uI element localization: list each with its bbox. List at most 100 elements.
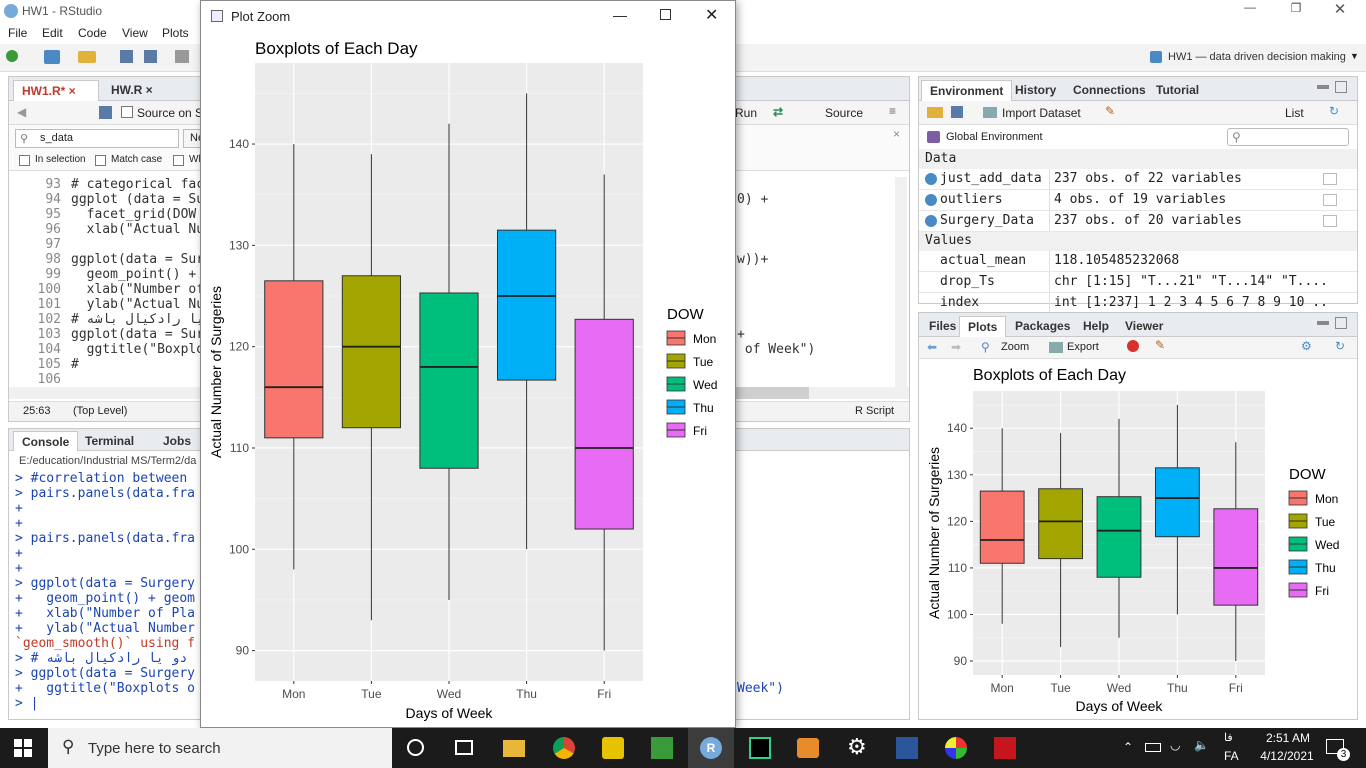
tab-viewer[interactable]: Viewer bbox=[1117, 316, 1171, 337]
search-input[interactable]: ⚲ s_data bbox=[15, 129, 179, 148]
media-player-icon[interactable] bbox=[602, 737, 624, 759]
in-selection-checkbox[interactable] bbox=[19, 155, 30, 166]
expand-icon[interactable] bbox=[925, 173, 937, 185]
paint-icon[interactable] bbox=[945, 737, 967, 759]
volume-icon[interactable]: 🔈 bbox=[1194, 738, 1209, 752]
env-row[interactable]: just_add_data 237 obs. of 22 variables bbox=[919, 169, 1357, 190]
refresh-icon[interactable]: ↻ bbox=[1329, 104, 1339, 118]
load-workspace-icon[interactable] bbox=[927, 107, 943, 118]
windows-start-icon[interactable] bbox=[14, 739, 32, 757]
close-button[interactable]: ✕ bbox=[705, 5, 718, 25]
print-icon[interactable] bbox=[175, 50, 189, 63]
remove-plot-icon[interactable] bbox=[1127, 340, 1139, 352]
publish-icon[interactable]: ⚙ bbox=[1301, 339, 1312, 353]
save-icon[interactable] bbox=[120, 50, 133, 63]
menu-code[interactable]: Code bbox=[78, 26, 107, 40]
chart-app-icon[interactable] bbox=[651, 737, 673, 759]
table-icon[interactable] bbox=[1323, 173, 1337, 185]
tab-plots[interactable]: Plots bbox=[959, 316, 1007, 337]
tab-files[interactable]: Files bbox=[921, 316, 964, 337]
battery-icon[interactable] bbox=[1145, 743, 1161, 752]
expand-icon[interactable] bbox=[925, 194, 937, 206]
restore-button[interactable]: ❐ bbox=[1286, 1, 1306, 15]
broom-icon[interactable]: ✎ bbox=[1155, 338, 1165, 352]
menu-view[interactable]: View bbox=[122, 26, 148, 40]
arrow-right-icon[interactable]: ➡ bbox=[951, 340, 961, 354]
editor-scrollbar[interactable] bbox=[895, 177, 907, 389]
import-dataset-button[interactable]: Import Dataset bbox=[1002, 106, 1081, 120]
source-on-save-checkbox[interactable] bbox=[121, 106, 133, 118]
new-project-icon[interactable] bbox=[44, 50, 60, 64]
table-icon[interactable] bbox=[1323, 215, 1337, 227]
tab-tutorial[interactable]: Tutorial bbox=[1148, 80, 1207, 101]
arrow-left-icon[interactable]: ⬅ bbox=[927, 340, 937, 354]
clock-time[interactable]: 2:51 AM bbox=[1258, 731, 1318, 745]
global-env-selector[interactable]: Global Environment bbox=[946, 131, 1043, 143]
pycharm-icon[interactable] bbox=[749, 737, 771, 759]
project-menu[interactable]: HW1 — data driven decision making bbox=[1168, 51, 1346, 63]
tab-history[interactable]: History bbox=[1007, 80, 1064, 101]
menu-plots[interactable]: Plots bbox=[162, 26, 189, 40]
tab-jobs[interactable]: Jobs bbox=[155, 431, 199, 452]
broom-icon[interactable]: ✎ bbox=[1105, 104, 1115, 118]
back-icon[interactable]: ◀ bbox=[17, 105, 26, 119]
env-row[interactable]: outliers 4 obs. of 19 variables bbox=[919, 190, 1357, 211]
clock-date[interactable]: 4/12/2021 bbox=[1252, 749, 1322, 763]
whole-word-checkbox[interactable] bbox=[173, 155, 184, 166]
language-indicator[interactable]: FA bbox=[1224, 749, 1239, 763]
save-workspace-icon[interactable] bbox=[951, 106, 963, 118]
pdf-icon[interactable] bbox=[994, 737, 1016, 759]
save-all-icon[interactable] bbox=[144, 50, 157, 63]
tab-help[interactable]: Help bbox=[1075, 316, 1117, 337]
minimize-pane-icon[interactable] bbox=[1317, 321, 1329, 325]
env-row[interactable]: drop_Ts chr [1:15] "T...21" "T...14" "T..… bbox=[919, 272, 1357, 293]
env-row[interactable]: index int [1:237] 1 2 3 4 5 6 7 8 9 10 ..… bbox=[919, 293, 1357, 314]
zoom-button[interactable]: Zoom bbox=[1001, 341, 1029, 353]
tab-connections[interactable]: Connections bbox=[1065, 80, 1154, 101]
list-view-button[interactable]: List bbox=[1285, 106, 1304, 120]
word-icon[interactable] bbox=[896, 737, 918, 759]
chrome-icon[interactable] bbox=[553, 737, 575, 759]
rerun-icon[interactable]: ⇄ bbox=[773, 105, 783, 119]
tab-console[interactable]: Console bbox=[13, 431, 79, 451]
env-row[interactable]: actual_mean 118.105485232068 bbox=[919, 251, 1357, 272]
env-row[interactable]: Surgery_Data 237 obs. of 20 variables bbox=[919, 211, 1357, 232]
tab-hw1[interactable]: HW1.R* × bbox=[13, 80, 99, 101]
file-explorer-icon[interactable] bbox=[503, 740, 525, 757]
menu-file[interactable]: File bbox=[8, 26, 27, 40]
cortana-icon[interactable] bbox=[407, 739, 424, 756]
tab-hw[interactable]: HW.R × bbox=[103, 80, 183, 101]
language-top[interactable]: فا bbox=[1224, 731, 1233, 744]
maximize-pane-icon[interactable] bbox=[1335, 317, 1347, 329]
open-file-icon[interactable] bbox=[78, 51, 96, 63]
maximize-button[interactable] bbox=[660, 9, 671, 20]
minimize-button[interactable]: — bbox=[613, 7, 627, 23]
source-button[interactable]: Source bbox=[825, 106, 863, 120]
tab-packages[interactable]: Packages bbox=[1007, 316, 1078, 337]
expand-icon[interactable] bbox=[925, 215, 937, 227]
video-app-icon[interactable] bbox=[797, 738, 819, 758]
table-icon[interactable] bbox=[1323, 194, 1337, 206]
wifi-icon[interactable]: ◡ bbox=[1170, 738, 1180, 752]
task-view-icon[interactable] bbox=[455, 740, 473, 755]
maximize-pane-icon[interactable] bbox=[1335, 81, 1347, 93]
minimize-button[interactable]: — bbox=[1240, 0, 1260, 14]
minimize-pane-icon[interactable] bbox=[1317, 85, 1329, 89]
env-search-input[interactable]: ⚲ bbox=[1227, 128, 1349, 146]
tab-terminal[interactable]: Terminal bbox=[77, 431, 142, 452]
close-find-icon[interactable]: × bbox=[893, 127, 900, 141]
menu-edit[interactable]: Edit bbox=[42, 26, 63, 40]
export-button[interactable]: Export bbox=[1067, 341, 1099, 353]
settings-icon[interactable]: ⚙ bbox=[847, 734, 867, 760]
scope-selector[interactable]: (Top Level) bbox=[73, 405, 127, 417]
new-file-icon[interactable] bbox=[6, 50, 18, 62]
taskbar-search[interactable]: ⚲ Type here to search bbox=[48, 728, 392, 768]
match-case-checkbox[interactable] bbox=[95, 155, 106, 166]
tab-environment[interactable]: Environment bbox=[921, 80, 1013, 101]
outline-icon[interactable]: ≡ bbox=[889, 104, 896, 118]
chevron-down-icon[interactable]: ▼ bbox=[1350, 51, 1359, 61]
chevron-up-icon[interactable]: ⌃ bbox=[1123, 740, 1133, 754]
rstudio-taskbar-icon[interactable]: R bbox=[688, 728, 734, 768]
run-button[interactable]: Run bbox=[735, 106, 757, 120]
close-button[interactable]: ✕ bbox=[1330, 0, 1350, 18]
